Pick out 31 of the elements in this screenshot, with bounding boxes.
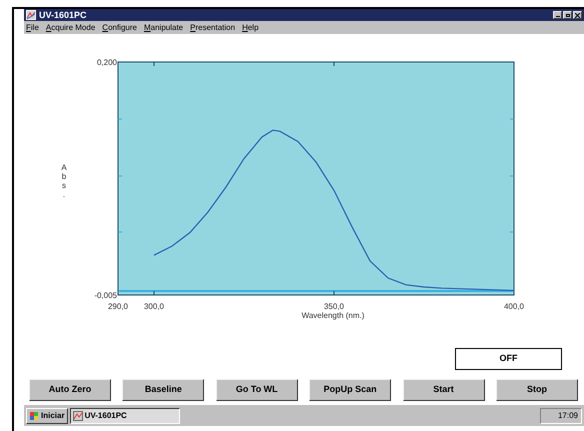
x-tick-label: 300,0 [144, 302, 164, 311]
action-button[interactable]: PopUp Scan [309, 379, 392, 401]
app-icon [72, 410, 83, 420]
x-tick-label: 290,0 [108, 302, 128, 311]
x-tick-label: 350,0 [324, 302, 344, 311]
menu-item[interactable]: Configure [102, 24, 137, 32]
action-button[interactable]: Baseline [122, 379, 204, 401]
menu-item[interactable]: Manipulate [144, 24, 184, 32]
menu-item[interactable]: Presentation [190, 24, 236, 32]
x-axis-label: Wavelength (nm.) [302, 311, 364, 320]
taskbar-menu-button[interactable]: Iniciar [26, 408, 68, 424]
clock: 17:09 [540, 408, 582, 424]
action-button[interactable]: Start [402, 379, 485, 401]
y-tick-label: -0,005 [94, 291, 117, 300]
menu-item[interactable]: File [26, 24, 39, 32]
menu-item[interactable]: Acquire Mode [46, 24, 96, 32]
app-icon [26, 10, 36, 20]
taskbar-button[interactable]: UV-1601PC [70, 408, 180, 424]
window-title: UV-1601PC [39, 10, 87, 20]
x-tick-label: 400,0 [504, 302, 524, 311]
action-button[interactable]: Auto Zero [29, 379, 111, 401]
windows-logo-icon [29, 410, 39, 420]
menu-item[interactable]: Help [242, 24, 259, 32]
y-axis-label: Abs. [61, 163, 67, 199]
minimize-button[interactable] [553, 11, 562, 19]
action-button[interactable]: Go To WL [216, 379, 298, 401]
close-button[interactable] [573, 11, 582, 19]
restore-button[interactable] [563, 11, 572, 19]
action-button[interactable]: Stop [496, 379, 578, 401]
status-display: OFF [455, 348, 562, 370]
y-tick-label: 0,200 [96, 58, 117, 67]
